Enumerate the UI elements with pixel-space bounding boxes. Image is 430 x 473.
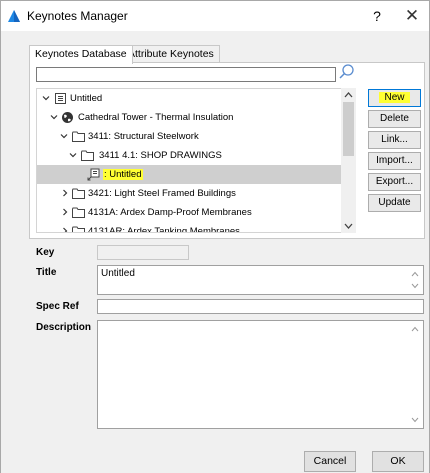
chevron-right-icon[interactable] <box>61 189 69 197</box>
key-label: Key <box>36 247 55 258</box>
title-scrollbar[interactable] <box>408 267 422 293</box>
tree-row-root[interactable]: Untitled <box>37 89 342 108</box>
tree-label: 3421: Light Steel Framed Buildings <box>88 188 236 199</box>
tree-label: : Untitled <box>103 165 143 184</box>
tree-row-4131a[interactable]: 4131A: Ardex Damp-Proof Membranes <box>37 203 342 222</box>
scroll-down-icon[interactable] <box>411 417 419 423</box>
chevron-right-icon[interactable] <box>61 227 69 233</box>
globe-icon <box>62 112 73 123</box>
spec-ref-label: Spec Ref <box>36 301 79 312</box>
folder-icon <box>72 226 85 232</box>
app-icon <box>8 10 20 22</box>
scroll-up-icon[interactable] <box>411 271 419 277</box>
title-bar: Keynotes Manager ? ✕ <box>1 1 429 31</box>
chevron-down-icon[interactable] <box>60 132 68 140</box>
delete-button[interactable]: Delete <box>368 110 421 128</box>
tree-row-3411[interactable]: 3411: Structural Steelwork <box>37 127 342 146</box>
tab-attribute-keynotes[interactable]: Attribute Keynotes <box>122 45 220 63</box>
dialog-footer <box>1 441 429 473</box>
keynote-tree[interactable]: Untitled Cathedral Tower - Thermal Insul… <box>36 88 356 233</box>
import-button[interactable]: Import... <box>368 152 421 170</box>
tree-label: 3411: Structural Steelwork <box>88 131 199 142</box>
chevron-down-icon[interactable] <box>42 94 50 102</box>
tree-row-3411-4-1[interactable]: 3411 4.1: SHOP DRAWINGS <box>37 146 342 165</box>
description-label: Description <box>36 322 92 333</box>
tree-label: Cathedral Tower - Thermal Insulation <box>78 112 234 123</box>
description-scrollbar[interactable] <box>408 322 422 427</box>
title-field[interactable]: Untitled <box>97 265 424 295</box>
spec-ref-field[interactable] <box>97 299 424 314</box>
tree-row-project[interactable]: Cathedral Tower - Thermal Insulation <box>37 108 342 127</box>
link-button[interactable]: Link... <box>368 131 421 149</box>
key-field <box>97 245 189 260</box>
title-label: Title <box>36 267 57 278</box>
tree-label: Untitled <box>70 93 103 104</box>
description-field[interactable] <box>97 320 424 429</box>
new-button-label: New <box>379 92 410 103</box>
tree-label: 4131A: Ardex Damp-Proof Membranes <box>88 207 252 218</box>
folder-icon <box>72 188 85 199</box>
window-title: Keynotes Manager <box>27 9 128 23</box>
update-button[interactable]: Update <box>368 194 421 212</box>
help-button[interactable]: ? <box>367 5 387 27</box>
new-button[interactable]: New <box>368 89 421 107</box>
scroll-down-icon[interactable] <box>344 222 353 230</box>
search-icon[interactable] <box>338 63 356 81</box>
search-input[interactable] <box>36 67 336 82</box>
folder-icon <box>81 150 94 161</box>
tree-label: 4131AR: Ardex Tanking Membranes <box>88 226 240 233</box>
keynote-icon <box>87 168 100 181</box>
chevron-down-icon[interactable] <box>69 151 77 159</box>
scroll-up-icon[interactable] <box>411 326 419 332</box>
scroll-up-icon[interactable] <box>344 91 353 99</box>
tab-keynotes-database[interactable]: Keynotes Database <box>29 45 133 64</box>
chevron-right-icon[interactable] <box>61 208 69 216</box>
export-button[interactable]: Export... <box>368 173 421 191</box>
cancel-button[interactable]: Cancel <box>304 451 356 472</box>
tree-row-untitled-keynote[interactable]: : Untitled <box>37 165 342 184</box>
title-value: Untitled <box>101 268 135 279</box>
tree-row-3421[interactable]: 3421: Light Steel Framed Buildings <box>37 184 342 203</box>
close-button[interactable]: ✕ <box>399 5 425 27</box>
tree-row-4131ar[interactable]: 4131AR: Ardex Tanking Membranes <box>37 222 342 233</box>
folder-icon <box>72 207 85 218</box>
ok-button[interactable]: OK <box>372 451 424 472</box>
scroll-down-icon[interactable] <box>411 283 419 289</box>
keynotes-manager-window: Keynotes Manager ? ✕ Keynotes Database A… <box>0 0 430 473</box>
tree-label: 3411 4.1: SHOP DRAWINGS <box>99 150 222 161</box>
tree-scrollbar[interactable] <box>341 88 356 233</box>
scroll-thumb[interactable] <box>343 102 354 156</box>
folder-icon <box>72 131 85 142</box>
chevron-down-icon[interactable] <box>50 113 58 121</box>
folder-tree-icon <box>55 93 66 104</box>
highlighted-label: : Untitled <box>103 169 143 180</box>
